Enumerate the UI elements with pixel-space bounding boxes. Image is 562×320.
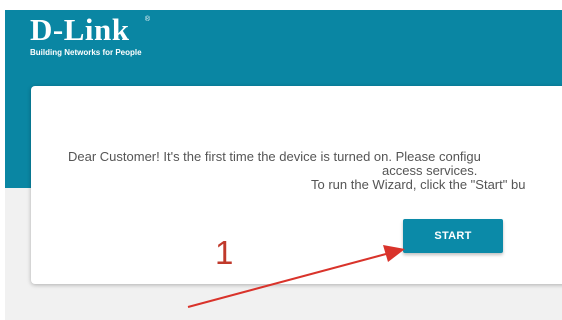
welcome-card: Dear Customer! It's the first time the d… [31, 86, 562, 284]
trademark-symbol: ® [144, 16, 151, 23]
start-button[interactable]: START [403, 219, 503, 253]
welcome-message-line-1: Dear Customer! It's the first time the d… [68, 149, 481, 164]
dlink-logo: D-Link ® Building Networks for People [30, 12, 150, 58]
welcome-message-line-2: access services. [382, 163, 478, 178]
logo-tagline: Building Networks for People [30, 48, 142, 57]
logo-wordmark: D-Link [30, 12, 130, 47]
annotation-step-number: 1 [215, 234, 234, 271]
welcome-message-line-3: To run the Wizard, click the "Start" bu [311, 177, 526, 192]
router-setup-page: D-Link ® Building Networks for People De… [0, 0, 562, 320]
